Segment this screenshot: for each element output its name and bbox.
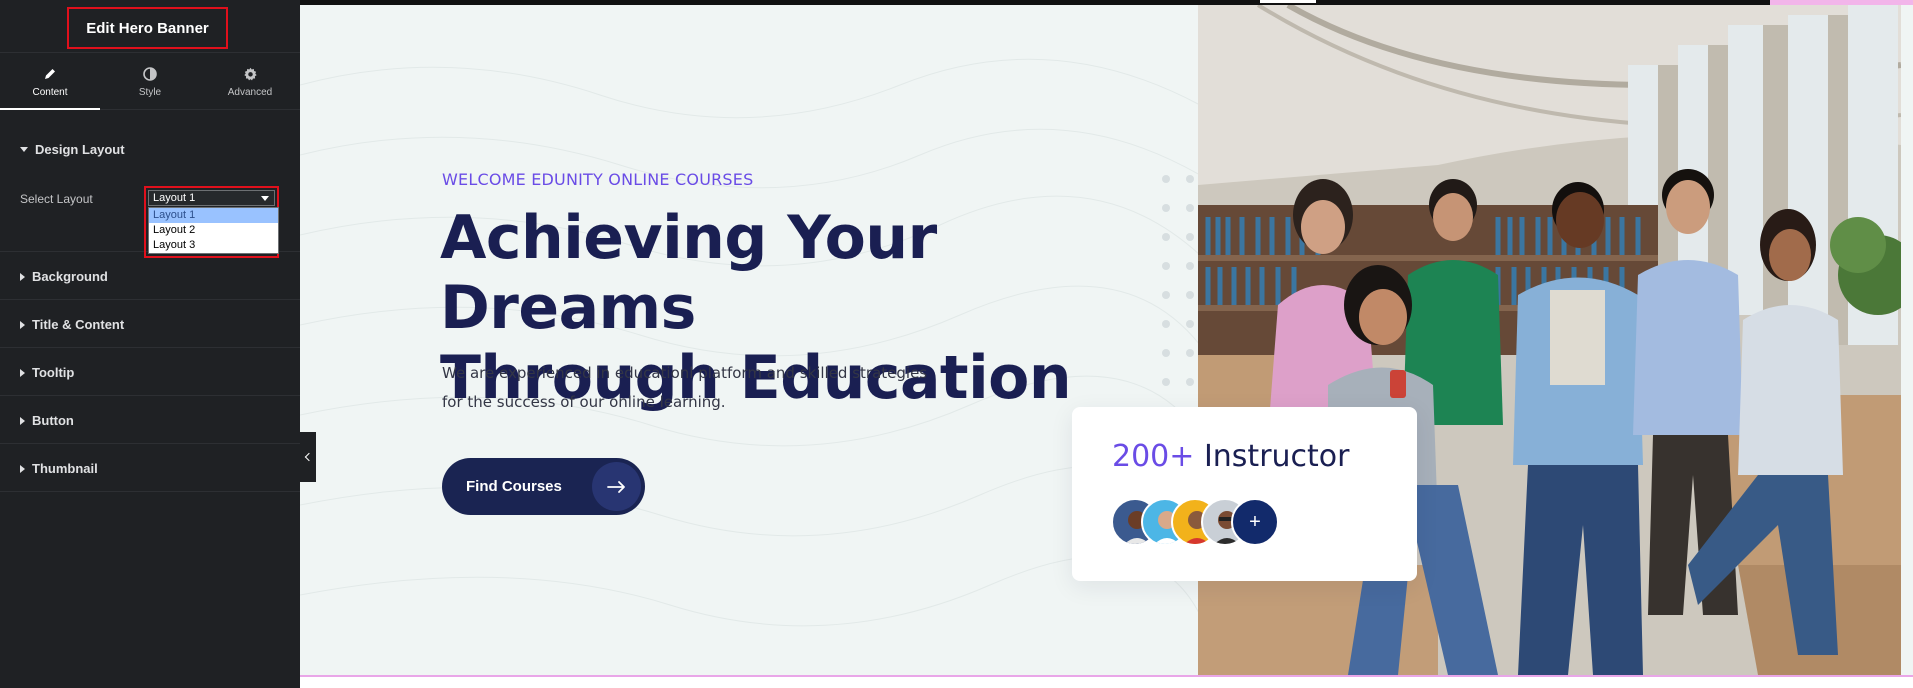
select-layout-label: Select Layout [20,192,93,206]
section-background[interactable]: Background [0,252,300,300]
find-courses-label: Find Courses [466,478,562,495]
panel-header: Edit Hero Banner [0,0,300,53]
pencil-icon [41,65,59,83]
caret-right-icon [20,368,25,377]
section-button-title: Button [32,413,74,428]
editor-panel: Edit Hero Banner Content Style Advanced … [0,0,300,688]
instructor-heading: 200+ Instructor [1112,439,1350,474]
caret-down-icon [20,147,28,152]
layout-option-1[interactable]: Layout 1 [149,208,278,223]
tab-content-label: Content [32,87,68,98]
section-design-layout-title: Design Layout [35,142,125,157]
dropdown-arrow-icon [261,196,269,201]
section-button[interactable]: Button [0,396,300,444]
tab-content[interactable]: Content [0,54,100,110]
hero-title-line-1: Achieving Your Dreams [440,203,937,343]
section-design-layout-toggle[interactable]: Design Layout [20,142,125,157]
next-section [300,677,1913,688]
caret-right-icon [20,320,25,329]
hero-description-line-2: for the success of our online learning. [442,393,726,411]
panel-title: Edit Hero Banner [67,7,228,49]
hero-banner[interactable]: WELCOME EDUNITY ONLINE COURSES Achieving… [300,5,1913,675]
layout-option-2[interactable]: Layout 2 [149,223,278,238]
section-title-content-title: Title & Content [32,317,125,332]
top-bar-marker [1260,0,1316,3]
section-thumbnail[interactable]: Thumbnail [0,444,300,492]
panel-tabs: Content Style Advanced [0,54,300,110]
layout-select-highlight: Layout 1 Layout 1 Layout 2 Layout 3 [144,186,279,258]
tab-advanced[interactable]: Advanced [200,54,300,109]
instructor-card: 200+ Instructor + [1072,407,1417,581]
tab-style-label: Style [138,87,162,98]
caret-right-icon [20,464,25,473]
layout-select-value: Layout 1 [153,192,196,204]
tab-advanced-label: Advanced [227,87,273,98]
section-background-title: Background [32,269,108,284]
section-design-layout: Design Layout Select Layout Layout 1 Lay… [0,110,300,258]
hero-description-line-1: We are experienced in educationl platfor… [442,364,928,382]
layout-option-3[interactable]: Layout 3 [149,238,278,253]
section-title-content[interactable]: Title & Content [0,300,300,348]
instructor-label: Instructor [1194,439,1350,474]
hero-description: We are experienced in educationl platfor… [442,359,982,417]
gear-icon [241,65,259,83]
section-thumbnail-title: Thumbnail [32,461,98,476]
tab-style[interactable]: Style [100,54,200,109]
half-circle-icon [141,65,159,83]
section-tooltip-title: Tooltip [32,365,75,380]
find-courses-button[interactable]: Find Courses [442,458,645,515]
decorative-dot-grid [1162,175,1194,386]
arrow-right-icon [592,462,641,511]
instructor-avatars: + [1111,498,1279,546]
more-instructors-button[interactable]: + [1231,498,1279,546]
section-tooltip[interactable]: Tooltip [0,348,300,396]
caret-right-icon [20,416,25,425]
collapse-panel-button[interactable] [300,432,316,482]
layout-select[interactable]: Layout 1 [148,190,275,206]
layout-options-list: Layout 1 Layout 2 Layout 3 [148,207,279,254]
hero-pretitle: WELCOME EDUNITY ONLINE COURSES [442,170,754,189]
chevron-left-icon [304,452,314,462]
instructor-count: 200+ [1112,439,1195,474]
caret-right-icon [20,272,25,281]
